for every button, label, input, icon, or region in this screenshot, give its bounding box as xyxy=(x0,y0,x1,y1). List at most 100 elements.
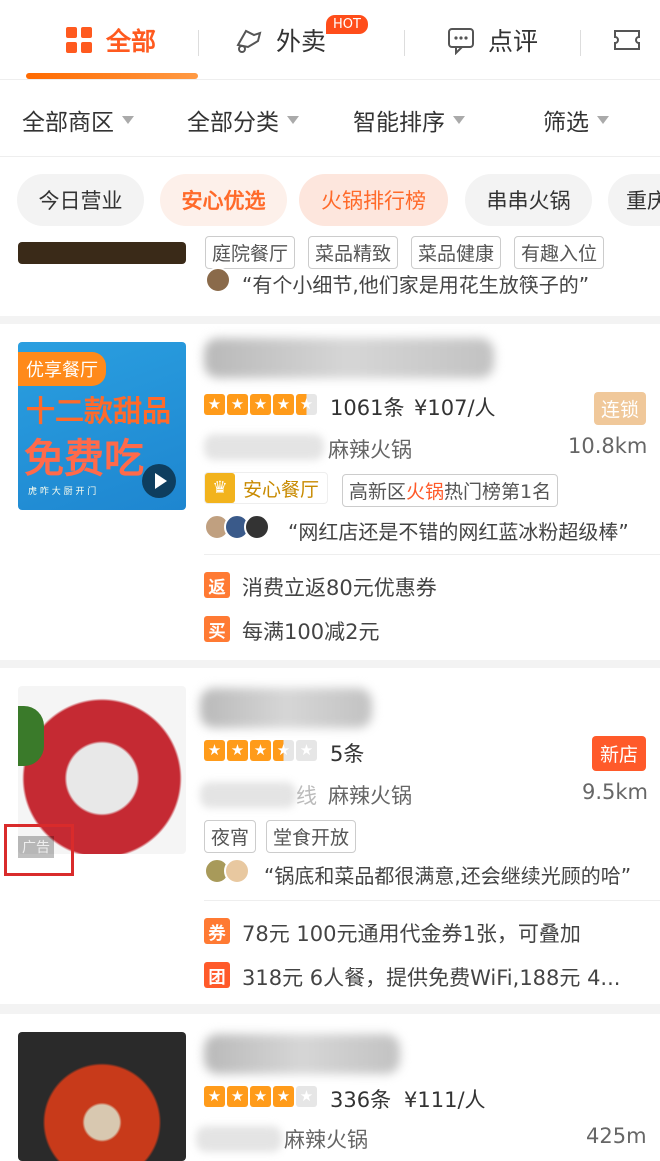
review-count: 5条 xyxy=(330,742,365,766)
review-count: 336条 xyxy=(330,1088,392,1112)
reviewer-avatars xyxy=(204,858,250,884)
review-snippet: “有个小细节,他们家是用花生放筷子的” xyxy=(242,273,590,297)
avg-price: ¥111/人 xyxy=(404,1088,486,1112)
ranking-tag[interactable]: 高新区火锅热门榜第1名 xyxy=(342,474,559,507)
restaurant-name-blurred xyxy=(200,688,372,728)
promo-image-text: 虎 咋 大 厨 开 门 xyxy=(28,487,97,497)
reviewer-avatars xyxy=(205,267,231,293)
filter-sort-label: 智能排序 xyxy=(353,110,445,136)
hot-badge: HOT xyxy=(326,15,368,34)
tab-separator xyxy=(198,30,199,56)
distance: 9.5km xyxy=(582,780,649,804)
promo-text[interactable]: 每满100减2元 xyxy=(242,616,379,646)
review-snippet: “锅底和菜品都很满意,还会继续光顾的哈” xyxy=(264,864,632,888)
premium-badge: 优享餐厅 xyxy=(18,352,106,386)
address-blurred xyxy=(204,434,324,460)
safe-restaurant-badge: ♛ 安心餐厅 xyxy=(204,472,329,504)
divider xyxy=(204,900,660,901)
filter-area-label: 全部商区 xyxy=(22,110,114,136)
active-tab-indicator xyxy=(26,73,198,79)
star-icon: ★ xyxy=(250,1086,271,1107)
tab-all[interactable]: 全部 xyxy=(64,18,156,62)
delivery-scooter-icon xyxy=(236,29,262,53)
avg-price: ¥107/人 xyxy=(414,396,496,420)
star-icon: ★ xyxy=(250,740,271,761)
filter-more[interactable]: 筛选 xyxy=(543,103,609,137)
promo-text[interactable]: 消费立返80元优惠券 xyxy=(242,572,437,602)
address-blurred xyxy=(200,782,296,808)
chain-badge: 连锁 xyxy=(594,392,647,425)
ranking-category: 火锅 xyxy=(406,481,445,503)
star-icon: ★ xyxy=(296,740,317,761)
tab-takeout-label: 外卖 xyxy=(276,27,327,56)
tab-ticket[interactable] xyxy=(612,18,654,62)
distance: 425m xyxy=(586,1124,647,1148)
promo-text[interactable]: 318元 6人餐，提供免费WiFi,188元 4... xyxy=(242,962,620,992)
ad-highlight-box xyxy=(4,824,74,876)
top-tab-bar: 全部 外卖 HOT 点评 xyxy=(0,0,660,80)
star-icon: ★ xyxy=(273,1086,294,1107)
tag: 庭院餐厅 xyxy=(205,236,296,269)
chip-hotpot-ranking[interactable]: 火锅排行榜 xyxy=(299,174,448,226)
garnish-decoration xyxy=(18,706,44,766)
comment-icon xyxy=(448,28,474,55)
restaurant-card[interactable]: ★ ★ ★ ★ ★ 336条 ¥111/人 麻辣火锅 425m xyxy=(0,1014,660,1161)
filter-more-label: 筛选 xyxy=(543,110,589,136)
ranking-position: 热门榜第1名 xyxy=(444,481,552,503)
reviewer-avatars xyxy=(204,514,270,540)
play-icon[interactable] xyxy=(142,464,176,498)
filter-sort[interactable]: 智能排序 xyxy=(353,103,465,137)
restaurant-card[interactable]: 优享餐厅 十二款甜品 免费吃 虎 咋 大 厨 开 门 ★ ★ ★ ★ ★ 1061条 ¥… xyxy=(0,324,660,660)
grid-icon xyxy=(66,27,92,53)
chip-chongqing[interactable]: 重庆 xyxy=(608,174,660,226)
star-icon: ★ xyxy=(204,1086,225,1107)
category: 麻辣火锅 xyxy=(284,1128,368,1152)
rating-stars: ★ ★ ★ ★ ★ xyxy=(204,1086,317,1107)
rating-stars: ★ ★ ★ ★ ★ xyxy=(204,740,317,761)
tab-reviews[interactable]: 点评 xyxy=(446,18,538,62)
tag: 菜品健康 xyxy=(411,236,502,269)
chip-chuanchuan[interactable]: 串串火锅 xyxy=(465,174,592,226)
filter-area[interactable]: 全部商区 xyxy=(22,103,134,137)
chevron-down-icon xyxy=(287,116,299,124)
tab-separator xyxy=(404,30,405,56)
avatar xyxy=(205,267,231,293)
card-divider xyxy=(0,316,660,324)
star-icon: ★ xyxy=(296,1086,317,1107)
category: 麻辣火锅 xyxy=(328,784,412,808)
filter-category-label: 全部分类 xyxy=(187,110,279,136)
tag: 夜宵 xyxy=(204,820,257,853)
new-store-badge: 新店 xyxy=(592,736,647,771)
promo-text[interactable]: 78元 100元通用代金券1张，可叠加 xyxy=(242,918,581,948)
star-icon: ★ xyxy=(273,740,294,761)
chip-open-today[interactable]: 今日营业 xyxy=(17,174,144,226)
star-icon: ★ xyxy=(204,394,225,415)
coupon-icon: 券 xyxy=(204,918,230,944)
restaurant-name-blurred xyxy=(204,1034,400,1074)
chevron-down-icon xyxy=(597,116,609,124)
avatar xyxy=(244,514,270,540)
restaurant-thumbnail xyxy=(18,242,186,264)
review-count: 1061条 xyxy=(330,396,405,420)
safe-restaurant-label: 安心餐厅 xyxy=(243,478,320,501)
tag: 菜品精致 xyxy=(308,236,399,269)
group-deal-icon: 团 xyxy=(204,962,230,988)
filter-category[interactable]: 全部分类 xyxy=(187,103,299,137)
card-divider xyxy=(0,660,660,668)
distance: 10.8km xyxy=(568,434,648,458)
avatar xyxy=(224,858,250,884)
quick-filter-chips: 今日营业 安心优选 火锅排行榜 串串火锅 重庆 xyxy=(0,158,660,242)
star-icon: ★ xyxy=(250,394,271,415)
restaurant-card[interactable]: ★ ★ ★ ★ ★ 5条 新店 线 麻辣火锅 9.5km 夜宵 堂食开放 “锅底和菜品都… xyxy=(0,668,660,1004)
chevron-down-icon xyxy=(453,116,465,124)
chevron-down-icon xyxy=(122,116,134,124)
tab-takeout[interactable]: 外卖 xyxy=(234,18,326,62)
partial-restaurant-card[interactable]: 庭院餐厅 菜品精致 菜品健康 有趣入位 “有个小细节,他们家是用花生放筷子的” xyxy=(0,236,660,316)
chip-safe-choice[interactable]: 安心优选 xyxy=(160,174,287,226)
tag: 堂食开放 xyxy=(266,820,357,853)
address-blurred xyxy=(196,1126,282,1152)
discount-icon: 买 xyxy=(204,616,230,642)
category: 麻辣火锅 xyxy=(328,438,412,462)
tag: 有趣入位 xyxy=(514,236,605,269)
star-icon: ★ xyxy=(227,394,248,415)
